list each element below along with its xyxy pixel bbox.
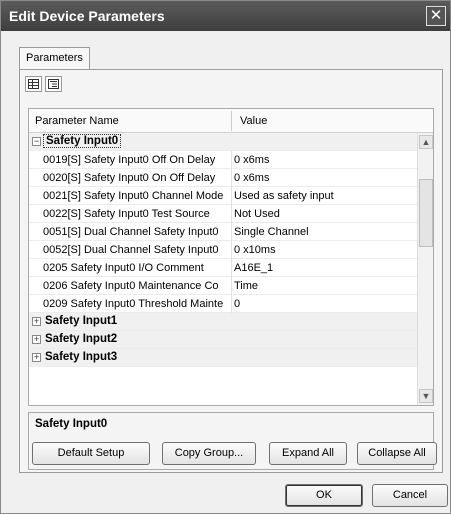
parameter-row[interactable]: 0020[S] Safety Input0 On Off Delay 0 x6m… (29, 169, 417, 187)
group-label: Safety Input1 (45, 315, 118, 327)
parameters-panel: Parameter Name Value − Safety Input0 001… (19, 69, 443, 473)
parameter-value[interactable]: 0 x10ms (234, 244, 414, 256)
parameter-name: 0022[S] Safety Input0 Test Source (43, 208, 210, 220)
parameter-value[interactable]: 0 x6ms (234, 154, 414, 166)
group-row-safety-input2[interactable]: + Safety Input2 (29, 331, 417, 349)
parameter-name: 0019[S] Safety Input0 Off On Delay (43, 154, 216, 166)
cancel-button[interactable]: Cancel (372, 484, 448, 507)
scroll-down-icon[interactable]: ▼ (419, 389, 433, 403)
tab-parameters[interactable]: Parameters (19, 47, 90, 71)
parameter-row[interactable]: 0209 Safety Input0 Threshold Mainte 0 (29, 295, 417, 313)
parameter-name: 0021[S] Safety Input0 Channel Mode (43, 190, 224, 202)
detail-view-icon[interactable] (45, 76, 62, 92)
window-title: Edit Device Parameters (9, 8, 165, 24)
edit-device-parameters-dialog: Edit Device Parameters ✕ Parameters Para… (0, 0, 451, 514)
parameter-value[interactable]: A16E_1 (234, 262, 414, 274)
parameter-value[interactable]: Single Channel (234, 226, 414, 238)
ok-button[interactable]: OK (285, 484, 363, 507)
parameter-name: 0052[S] Dual Channel Safety Input0 (43, 244, 219, 256)
parameter-name: 0209 Safety Input0 Threshold Mainte (43, 298, 224, 310)
parameter-row[interactable]: 0019[S] Safety Input0 Off On Delay 0 x6m… (29, 151, 417, 169)
copy-group-button[interactable]: Copy Group... (162, 442, 256, 465)
grid-header: Parameter Name Value (29, 109, 433, 133)
group-label: Safety Input3 (45, 351, 118, 363)
collapse-icon[interactable]: − (32, 137, 41, 146)
title-bar[interactable]: Edit Device Parameters ✕ (1, 1, 450, 31)
parameter-value[interactable]: 0 (234, 298, 414, 310)
group-row-safety-input1[interactable]: + Safety Input1 (29, 313, 417, 331)
parameter-name: 0205 Safety Input0 I/O Comment (43, 262, 204, 274)
parameter-name: 0206 Safety Input0 Maintenance Co (43, 280, 219, 292)
parameter-row[interactable]: 0206 Safety Input0 Maintenance Co Time (29, 277, 417, 295)
parameter-value[interactable]: Used as safety input (234, 190, 414, 202)
parameter-value[interactable]: 0 x6ms (234, 172, 414, 184)
parameter-row[interactable]: 0052[S] Dual Channel Safety Input0 0 x10… (29, 241, 417, 259)
group-row-safety-input0[interactable]: − Safety Input0 (29, 133, 417, 151)
parameter-grid[interactable]: Parameter Name Value − Safety Input0 001… (28, 108, 434, 406)
default-setup-button[interactable]: Default Setup (32, 442, 150, 465)
description-title: Safety Input0 (35, 418, 108, 430)
column-header-parameter-name[interactable]: Parameter Name (35, 115, 119, 127)
expand-all-button[interactable]: Expand All (269, 442, 347, 465)
parameter-row[interactable]: 0021[S] Safety Input0 Channel Mode Used … (29, 187, 417, 205)
column-divider[interactable] (231, 111, 232, 131)
parameter-value[interactable]: Time (234, 280, 414, 292)
scroll-up-icon[interactable]: ▲ (419, 135, 433, 149)
parameter-name: 0020[S] Safety Input0 On Off Delay (43, 172, 216, 184)
vertical-scrollbar[interactable]: ▲ ▼ (417, 133, 433, 405)
parameter-row[interactable]: 0205 Safety Input0 I/O Comment A16E_1 (29, 259, 417, 277)
parameter-value[interactable]: Not Used (234, 208, 414, 220)
group-label: Safety Input2 (45, 333, 118, 345)
expand-icon[interactable]: + (32, 353, 41, 362)
parameter-row[interactable]: 0022[S] Safety Input0 Test Source Not Us… (29, 205, 417, 223)
close-icon[interactable]: ✕ (426, 6, 446, 26)
expand-icon[interactable]: + (32, 317, 41, 326)
parameter-row[interactable]: 0051[S] Dual Channel Safety Input0 Singl… (29, 223, 417, 241)
column-header-value[interactable]: Value (240, 115, 267, 127)
collapse-all-button[interactable]: Collapse All (357, 442, 437, 465)
scroll-thumb[interactable] (419, 179, 433, 247)
group-row-safety-input3[interactable]: + Safety Input3 (29, 349, 417, 367)
expand-icon[interactable]: + (32, 335, 41, 344)
group-label: Safety Input0 (43, 134, 122, 148)
list-view-icon[interactable] (25, 76, 42, 92)
parameter-name: 0051[S] Dual Channel Safety Input0 (43, 226, 219, 238)
